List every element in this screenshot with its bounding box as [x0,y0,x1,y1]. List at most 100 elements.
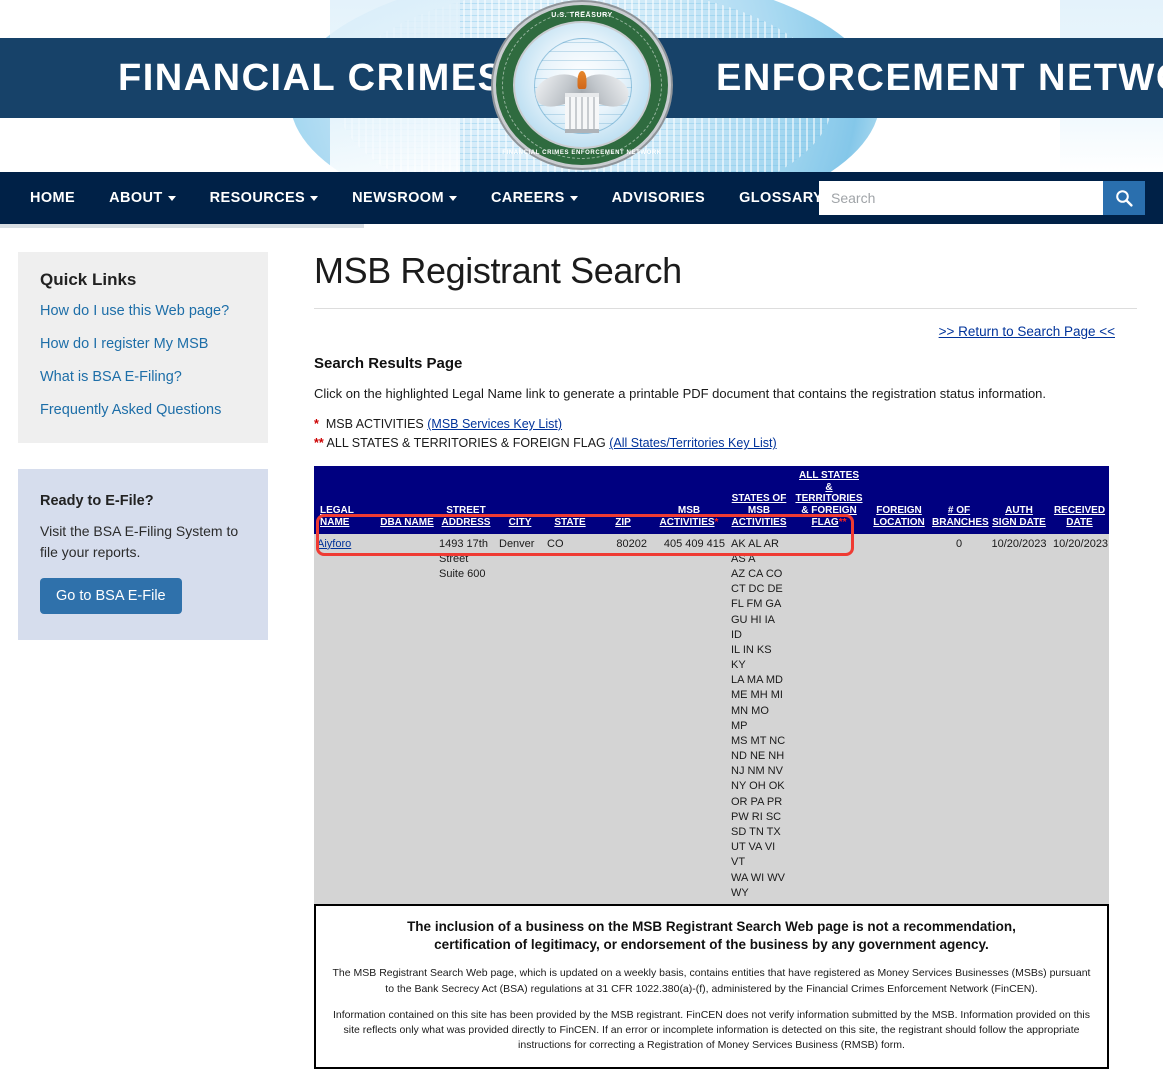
cell-zip: 80202 [596,533,650,904]
results-table: LEGAL NAME DBA NAME STREET ADDRESS CITY S… [314,465,1109,904]
col-label: CITY [508,516,532,528]
col-label: & FOREIGN [801,505,857,517]
search-button[interactable] [1103,181,1145,215]
col-label: RECEIVED [1053,505,1106,517]
col-label: MSB [677,505,701,517]
page-title: MSB Registrant Search [314,250,682,291]
col-msb-activities[interactable]: MSB ACTIVITIES* [650,465,728,534]
col-label: ACTIVITIES [659,516,715,528]
seal-ring-decoration [502,11,662,159]
nav-item-label: ABOUT [109,190,163,206]
col-city[interactable]: CITY [496,465,544,534]
results-table-container: LEGAL NAME DBA NAME STREET ADDRESS CITY S… [314,465,1109,904]
cell-auth-sign-date: 10/20/2023 [988,533,1050,904]
asterisk-marker-single: * [714,516,719,528]
nav-item-about[interactable]: ABOUT [109,190,176,206]
col-received-date[interactable]: RECEIVED DATE [1050,465,1109,534]
nav-item-advisories[interactable]: ADVISORIES [612,190,705,206]
key-note-all-states: ** ALL STATES & TERRITORIES & FOREIGN FL… [314,434,1137,453]
fincen-seal-icon: U.S. TREASURY FINANCIAL CRIMES ENFORCEME… [493,2,671,168]
results-header-row: LEGAL NAME DBA NAME STREET ADDRESS CITY S… [314,465,1109,534]
cell-dba-name [378,533,436,904]
col-label: LEGAL NAME [320,505,354,528]
quick-link-bsa-efiling[interactable]: What is BSA E-Filing? [40,368,246,387]
nav-item-careers[interactable]: CAREERS [491,190,578,206]
col-label: BRANCHES [932,516,989,528]
cell-branches: 0 [930,533,988,904]
key-note-msb-activities: * MSB ACTIVITIES (MSB Services Key List) [314,415,1137,434]
click-instruction-text: Click on the highlighted Legal Name link… [314,386,1047,401]
results-table-body: Aiyforo 1493 17th Street Suite 600 Denve… [314,533,1109,904]
col-auth-sign-date[interactable]: AUTH SIGN DATE [988,465,1050,534]
nav-active-underline [0,224,364,228]
masthead-title-right: ENFORCEMENT NETWORK [716,57,1163,99]
sidebar: Quick Links How do I use this Web page? … [0,224,300,1069]
col-label: FOREIGN [876,505,922,517]
disclaimer-paragraph-1: The MSB Registrant Search Web page, whic… [332,967,1091,995]
legal-name-link[interactable]: Aiyforo [317,538,351,550]
col-label: ALL STATES [799,469,859,481]
asterisk-marker-double: ** [314,436,324,451]
col-dba-name[interactable]: DBA NAME [378,465,436,534]
col-state[interactable]: STATE [544,465,596,534]
nav-item-newsroom[interactable]: NEWSROOM [352,190,457,206]
col-label: TERRITORIES [795,493,863,505]
site-masthead: FINANCIAL CRIMES ENFORCEMENT NETWORK U.S… [0,0,1163,172]
cell-all-states-flag [790,533,868,904]
col-label: & [825,481,833,493]
col-street-address[interactable]: STREET ADDRESS [436,465,496,534]
disclaimer-heading: The inclusion of a business on the MSB R… [330,918,1093,954]
nav-item-label: ADVISORIES [611,190,706,206]
nav-item-label: CAREERS [490,190,565,206]
col-states-of-msb-activities[interactable]: STATES OF MSB ACTIVITIES [728,465,790,534]
col-all-states-territories-foreign-flag[interactable]: ALL STATES & TERRITORIES & FOREIGN FLAG** [790,465,868,534]
nav-item-label: GLOSSARY [739,190,824,206]
nav-item-glossary[interactable]: GLOSSARY [739,190,823,206]
efile-panel: Ready to E-File? Visit the BSA E-Filing … [18,469,268,640]
efile-text: Visit the BSA E-Filing System to file yo… [40,523,239,560]
cell-received-date: 10/20/2023 [1050,533,1109,904]
col-label: ACTIVITIES [731,516,787,528]
all-states-key-list-link[interactable]: (All States/Territories Key List) [609,436,776,450]
col-legal-name[interactable]: LEGAL NAME [314,465,378,534]
col-foreign-location[interactable]: FOREIGN LOCATION [868,465,930,534]
disclaimer-heading-line-1: The inclusion of a business on the MSB R… [407,918,1016,934]
seal-bottom-text: FINANCIAL CRIMES ENFORCEMENT NETWORK [502,150,662,156]
col-number-of-branches[interactable]: # OF BRANCHES [930,465,989,534]
cell-state: CO [544,533,596,904]
col-label: ZIP [615,516,631,528]
asterisk-marker-double: ** [838,516,847,528]
col-label: MSB [747,505,771,517]
page-body: Quick Links How do I use this Web page? … [0,224,1163,1069]
cell-msb-activities: 405 409 415 [650,533,728,904]
results-table-head: LEGAL NAME DBA NAME STREET ADDRESS CITY S… [314,465,1109,534]
cell-foreign-location [868,533,930,904]
nav-item-home[interactable]: HOME [30,190,75,206]
disclaimer-paragraph-2: Information contained on this site has b… [333,1008,1090,1052]
return-to-search-page-link[interactable]: >> Return to Search Page << [939,324,1115,339]
col-label: FLAG [811,516,839,528]
efile-title: Ready to E-File? [40,493,154,510]
cell-city: Denver [496,533,544,904]
site-search [819,181,1145,215]
return-link-container: >> Return to Search Page << [314,323,1137,341]
table-row: Aiyforo 1493 17th Street Suite 600 Denve… [314,533,1109,904]
nav-item-resources[interactable]: RESOURCES [210,190,319,206]
key-list-notes: * MSB ACTIVITIES (MSB Services Key List)… [314,415,1137,454]
col-label: AUTH [1005,505,1033,517]
quick-link-register-msb[interactable]: How do I register My MSB [40,335,246,354]
title-divider [314,308,1137,309]
col-label: STATE [554,516,586,528]
go-to-bsa-efile-button[interactable]: Go to BSA E-File [40,577,182,614]
key-note-label: MSB ACTIVITIES [325,417,424,431]
quick-link-use-web-page[interactable]: How do I use this Web page? [40,302,246,321]
disclaimer-heading-line-2: certification of legitimacy, or endorsem… [434,937,989,953]
search-input[interactable] [819,181,1103,215]
col-label: STATES OF [731,493,787,505]
col-label: STREET [446,505,486,517]
quick-link-faq[interactable]: Frequently Asked Questions [40,401,246,420]
key-note-label: ALL STATES & TERRITORIES & FOREIGN FLAG [326,436,606,451]
col-zip[interactable]: ZIP [596,465,650,534]
msb-services-key-list-link[interactable]: (MSB Services Key List) [427,417,562,431]
chevron-down-icon [310,195,319,201]
